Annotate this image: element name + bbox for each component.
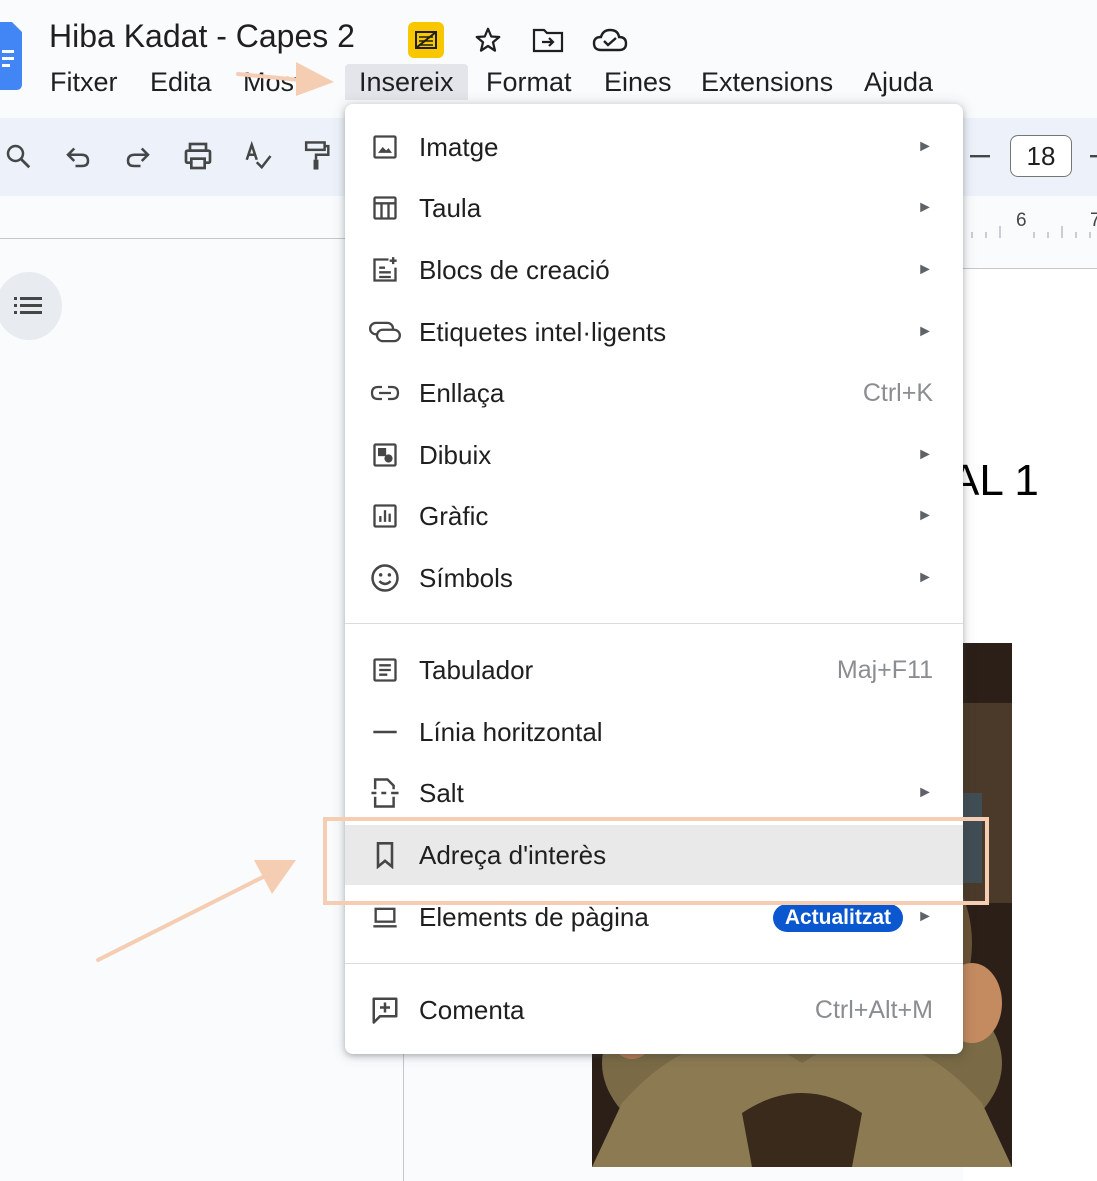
document-title[interactable]: Hiba Kadat - Capes 2	[49, 18, 355, 55]
extension-icon[interactable]	[408, 22, 444, 58]
shortcut-text: Ctrl+Alt+M	[814, 996, 933, 1024]
increase-font-icon[interactable]	[1088, 142, 1097, 170]
updated-badge: Actualitzat	[772, 904, 903, 932]
menu-divider	[345, 623, 963, 624]
page-border	[403, 1054, 404, 1181]
comment-icon	[369, 994, 401, 1026]
document-heading[interactable]: AL 1	[950, 456, 1039, 506]
menu-item-enllaca[interactable]: Enllaça Ctrl+K	[345, 363, 963, 423]
horizontal-line-icon	[369, 716, 401, 748]
print-icon[interactable]	[180, 138, 216, 174]
ruler[interactable]	[962, 196, 1097, 242]
spellcheck-icon[interactable]	[240, 138, 276, 174]
chart-icon	[369, 500, 401, 532]
shortcut-text: Ctrl+K	[862, 379, 933, 407]
decrease-font-icon[interactable]	[970, 142, 990, 170]
shortcut-text: Maj+F11	[836, 656, 933, 684]
link-icon	[369, 377, 401, 409]
star-icon[interactable]	[470, 22, 506, 58]
chevron-right-icon: ►	[917, 507, 933, 524]
menu-ajuda[interactable]: Ajuda	[858, 64, 939, 100]
menu-item-grafic[interactable]: Gràfic ►	[345, 486, 963, 546]
annotation-highlight-box	[323, 817, 989, 905]
menu-item-salt[interactable]: Salt ►	[345, 763, 963, 823]
chevron-right-icon: ►	[917, 569, 933, 586]
menu-item-taula[interactable]: Taula ►	[345, 178, 963, 238]
menu-item-blocs[interactable]: Blocs de creació ►	[345, 240, 963, 300]
outline-list-icon	[14, 297, 42, 314]
undo-icon[interactable]	[60, 138, 96, 174]
emoji-icon	[369, 562, 401, 594]
ruler-label: 6	[1016, 210, 1027, 231]
menu-item-simbols[interactable]: Símbols ►	[345, 548, 963, 608]
menu-item-tabulador[interactable]: Tabulador Maj+F11	[345, 640, 963, 700]
annotation-arrow-bookmark	[96, 860, 296, 962]
menu-mostra[interactable]: Mostr	[237, 64, 317, 100]
building-blocks-icon	[369, 254, 401, 286]
tab-icon	[369, 654, 401, 686]
menu-item-etiquetes[interactable]: Etiquetes intel·ligents ►	[345, 302, 963, 362]
menu-item-dibuix[interactable]: Dibuix ►	[345, 425, 963, 485]
insert-menu: Imatge ► Taula ► Blocs de creació ► Etiq…	[345, 104, 963, 1054]
chevron-right-icon: ►	[917, 446, 933, 463]
chevron-right-icon: ►	[917, 199, 933, 216]
menu-item-comenta[interactable]: Comenta Ctrl+Alt+M	[345, 980, 963, 1040]
smart-chips-icon	[369, 316, 401, 348]
redo-icon[interactable]	[120, 138, 156, 174]
menu-fitxer[interactable]: Fitxer	[44, 64, 124, 100]
menu-extensions[interactable]: Extensions	[695, 64, 839, 100]
chevron-right-icon: ►	[917, 261, 933, 278]
break-icon	[369, 777, 401, 809]
menu-insereix[interactable]: Insereix	[345, 64, 468, 100]
paint-format-icon[interactable]	[298, 138, 334, 174]
image-icon	[369, 131, 401, 163]
cloud-saved-icon[interactable]	[592, 22, 628, 58]
menu-eines[interactable]: Eines	[598, 64, 678, 100]
menu-format[interactable]: Format	[480, 64, 578, 100]
ruler-label: 7	[1090, 210, 1097, 231]
chevron-right-icon: ►	[917, 138, 933, 155]
menu-item-imatge[interactable]: Imatge ►	[345, 117, 963, 177]
page-elements-icon	[369, 901, 401, 933]
docs-logo-icon[interactable]	[0, 22, 22, 90]
chevron-right-icon: ►	[917, 323, 933, 340]
menu-divider	[345, 963, 963, 964]
document-outline-button[interactable]	[0, 272, 62, 340]
font-size-input[interactable]: 18	[1010, 135, 1072, 177]
move-folder-icon[interactable]	[530, 22, 566, 58]
menu-item-linia-horitzontal[interactable]: Línia horitzontal	[345, 702, 963, 762]
chevron-right-icon: ►	[917, 784, 933, 801]
drawing-icon	[369, 439, 401, 471]
menu-edita[interactable]: Edita	[144, 64, 218, 100]
ruler-divider	[0, 238, 404, 239]
table-icon	[369, 192, 401, 224]
search-icon[interactable]	[0, 138, 36, 174]
